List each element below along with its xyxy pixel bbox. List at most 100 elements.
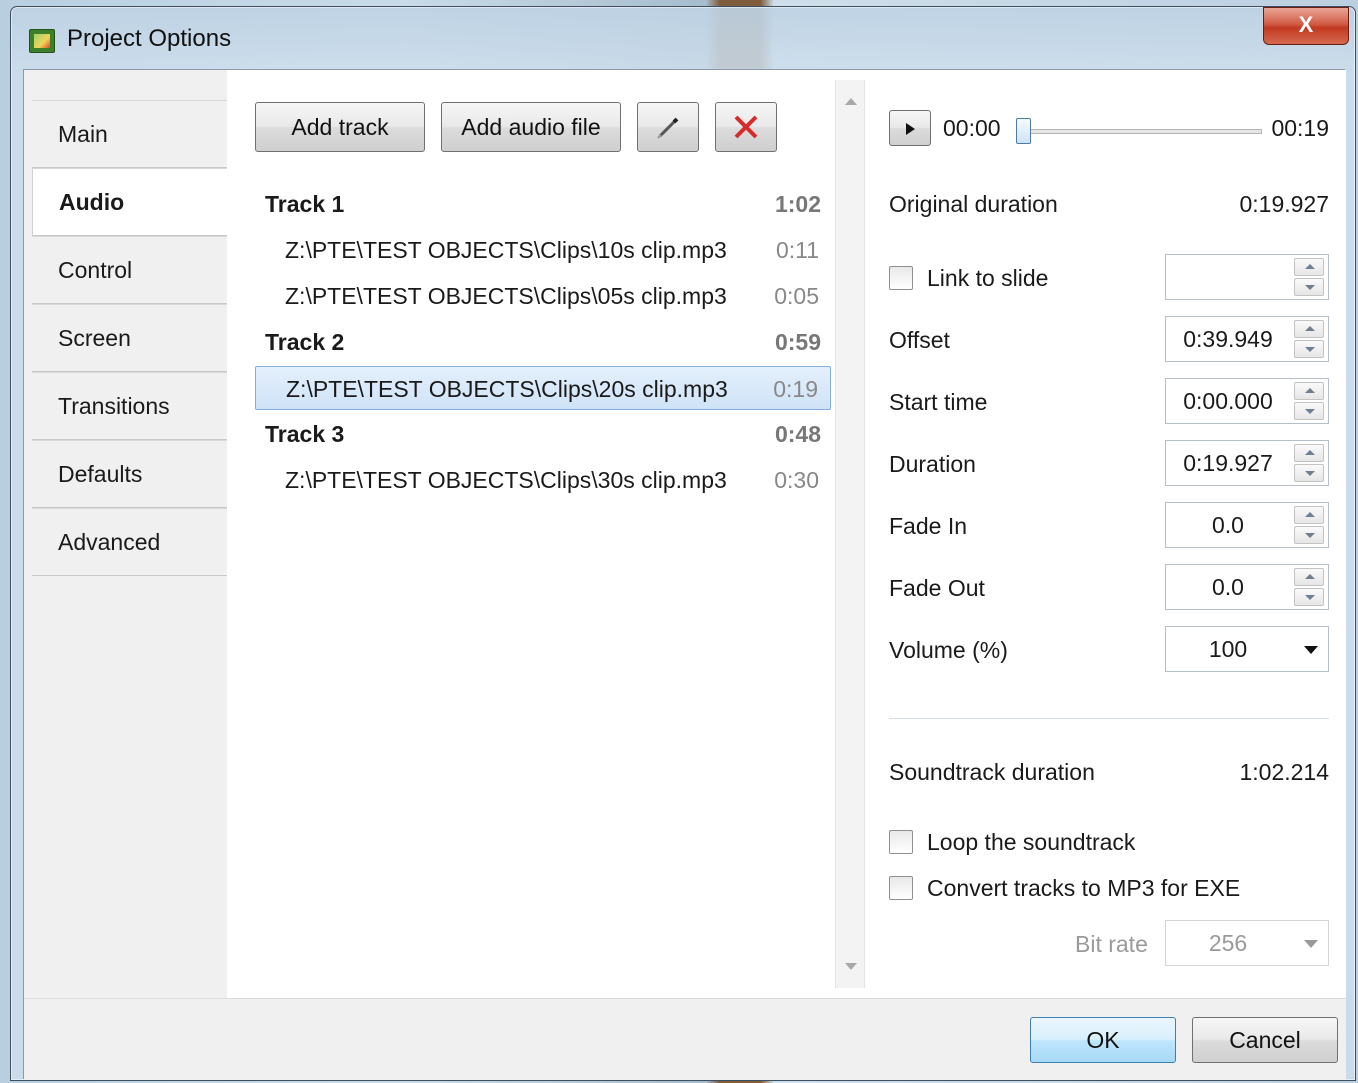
convert-mp3-checkbox[interactable] — [889, 876, 913, 900]
scroll-up-arrow-icon[interactable] — [845, 98, 857, 105]
start-time-spinner[interactable]: 0:00.000 — [1165, 378, 1329, 424]
spin-down-icon[interactable] — [1294, 588, 1324, 606]
tab-label: Defaults — [58, 461, 143, 487]
divider — [889, 718, 1329, 719]
bit-rate-dropdown[interactable]: 256 — [1165, 920, 1329, 966]
link-to-slide-spinner[interactable] — [1165, 254, 1329, 300]
scroll-down-arrow-icon[interactable] — [845, 963, 857, 970]
dialog-footer: OK Cancel — [24, 998, 1346, 1080]
clip-path: Z:\PTE\TEST OBJECTS\Clips\05s clip.mp3 — [285, 283, 727, 309]
link-to-slide-checkbox[interactable] — [889, 266, 913, 290]
tab-label: Screen — [58, 325, 131, 351]
track-duration: 1:02 — [774, 191, 821, 217]
chevron-down-icon — [1304, 940, 1318, 948]
app-icon — [29, 29, 55, 53]
title-bar[interactable]: Project Options X — [11, 7, 1355, 69]
loop-soundtrack-checkbox[interactable] — [889, 830, 913, 854]
delete-button[interactable] — [715, 102, 777, 152]
tab-advanced[interactable]: Advanced — [32, 508, 227, 576]
clip-item[interactable]: Z:\PTE\TEST OBJECTS\Clips\10s clip.mp3 0… — [255, 228, 831, 272]
tab-defaults[interactable]: Defaults — [32, 440, 227, 508]
link-to-slide-label: Link to slide — [927, 265, 1049, 291]
duration-label: Duration — [889, 451, 976, 477]
volume-dropdown[interactable]: 100 — [1165, 626, 1329, 672]
spin-up-icon[interactable] — [1294, 568, 1324, 586]
spin-up-icon[interactable] — [1294, 506, 1324, 524]
spin-up-icon[interactable] — [1294, 258, 1324, 276]
tab-transitions[interactable]: Transitions — [32, 372, 227, 440]
dropdown-value: 256 — [1208, 930, 1248, 956]
spin-up-icon[interactable] — [1294, 320, 1324, 338]
close-button[interactable]: X — [1263, 7, 1349, 45]
duration-spinner[interactable]: 0:19.927 — [1165, 440, 1329, 486]
spin-up-icon[interactable] — [1294, 444, 1324, 462]
bit-rate-label: Bit rate — [1075, 931, 1148, 957]
convert-mp3-label: Convert tracks to MP3 for EXE — [927, 875, 1241, 901]
tab-main[interactable]: Main — [32, 100, 227, 168]
tab-label: Main — [58, 121, 108, 147]
pencil-icon — [657, 117, 679, 139]
clip-path: Z:\PTE\TEST OBJECTS\Clips\20s clip.mp3 — [286, 376, 728, 402]
clip-duration: 0:19 — [773, 376, 818, 402]
spinner-value[interactable]: 0:00.000 — [1166, 379, 1290, 423]
tab-audio[interactable]: Audio — [32, 168, 230, 236]
spinner-value[interactable]: 0:39.949 — [1166, 317, 1290, 361]
fade-out-spinner[interactable]: 0.0 — [1165, 564, 1329, 610]
chevron-down-icon — [1304, 646, 1318, 654]
spin-down-icon[interactable] — [1294, 278, 1324, 296]
offset-spinner[interactable]: 0:39.949 — [1165, 316, 1329, 362]
playback-slider-track[interactable] — [1022, 129, 1262, 134]
spin-down-icon[interactable] — [1294, 464, 1324, 482]
spin-up-icon[interactable] — [1294, 382, 1324, 400]
add-audio-file-button[interactable]: Add audio file — [441, 102, 621, 152]
clip-duration: 0:11 — [775, 237, 819, 263]
track-header[interactable]: Track 1 1:02 — [265, 184, 821, 224]
ok-button[interactable]: OK — [1030, 1017, 1176, 1063]
track-header[interactable]: Track 2 0:59 — [265, 322, 821, 362]
spinner-value[interactable]: 0:19.927 — [1166, 441, 1290, 485]
spin-down-icon[interactable] — [1294, 340, 1324, 358]
fade-out-label: Fade Out — [889, 575, 985, 601]
audio-panel: Add track Add audio file Track 1 1:02 Z:… — [227, 70, 1346, 998]
close-icon: X — [1298, 12, 1314, 37]
fade-in-label: Fade In — [889, 513, 967, 539]
original-duration-value: 0:19.927 — [1239, 191, 1329, 217]
offset-label: Offset — [889, 327, 950, 353]
tab-label: Transitions — [58, 393, 170, 419]
clip-item-selected[interactable]: Z:\PTE\TEST OBJECTS\Clips\20s clip.mp3 0… — [255, 366, 831, 410]
dropdown-value: 100 — [1208, 636, 1248, 662]
track-duration: 0:59 — [774, 329, 821, 355]
track-header[interactable]: Track 3 0:48 — [265, 414, 821, 454]
spinner-value[interactable]: 0.0 — [1166, 565, 1290, 609]
cancel-button[interactable]: Cancel — [1192, 1017, 1338, 1063]
play-button[interactable] — [889, 110, 931, 146]
soundtrack-duration-label: Soundtrack duration — [889, 759, 1095, 785]
clip-item[interactable]: Z:\PTE\TEST OBJECTS\Clips\05s clip.mp3 0… — [255, 274, 831, 318]
red-x-icon — [734, 115, 758, 139]
clip-path: Z:\PTE\TEST OBJECTS\Clips\30s clip.mp3 — [285, 467, 727, 493]
window-title: Project Options — [67, 25, 232, 52]
add-track-button[interactable]: Add track — [255, 102, 425, 152]
loop-soundtrack-label: Loop the soundtrack — [927, 829, 1136, 855]
tab-label: Advanced — [58, 529, 161, 555]
clip-duration: 0:05 — [774, 283, 819, 309]
tab-label: Control — [58, 257, 133, 283]
clip-path: Z:\PTE\TEST OBJECTS\Clips\10s clip.mp3 — [285, 237, 727, 263]
spinner-value[interactable]: 0.0 — [1166, 503, 1290, 547]
clip-duration: 0:30 — [774, 467, 819, 493]
edit-button[interactable] — [637, 102, 699, 152]
tab-screen[interactable]: Screen — [32, 304, 227, 372]
track-name: Track 3 — [265, 421, 345, 447]
start-time-label: Start time — [889, 389, 988, 415]
spin-down-icon[interactable] — [1294, 526, 1324, 544]
clip-item[interactable]: Z:\PTE\TEST OBJECTS\Clips\30s clip.mp3 0… — [255, 458, 831, 502]
current-time: 00:00 — [943, 115, 1001, 141]
dialog-client-area: Main Audio Control Screen Transitions De… — [23, 69, 1346, 1080]
playback-slider-thumb[interactable] — [1016, 118, 1031, 144]
tab-control[interactable]: Control — [32, 236, 227, 304]
track-list-scrollbar[interactable] — [835, 80, 865, 988]
track-duration: 0:48 — [774, 421, 821, 447]
track-name: Track 1 — [265, 191, 345, 217]
fade-in-spinner[interactable]: 0.0 — [1165, 502, 1329, 548]
spin-down-icon[interactable] — [1294, 402, 1324, 420]
